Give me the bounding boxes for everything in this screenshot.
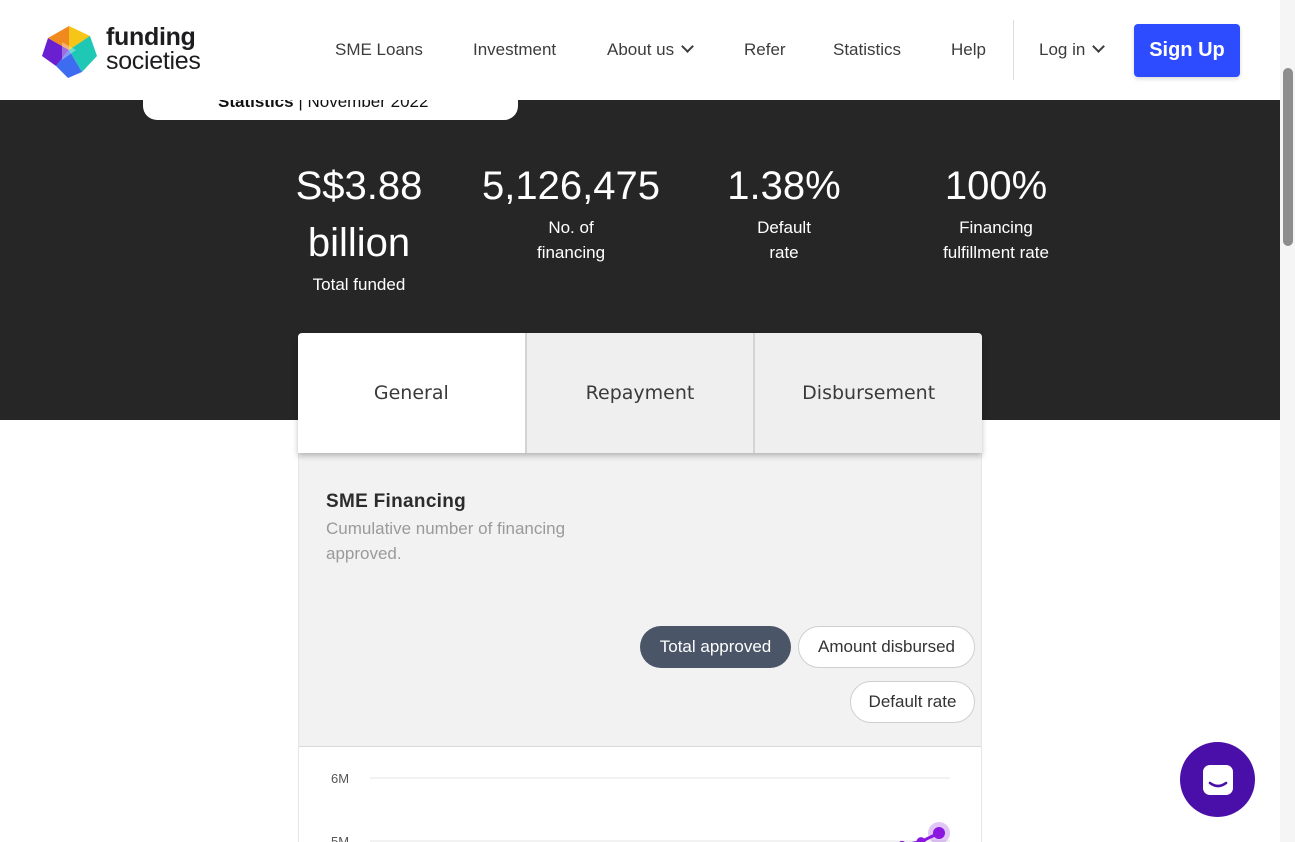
kpi-fulfillment-rate: 100% Financing fulfillment rate — [916, 158, 1076, 265]
line-chart: 6M 5M — [331, 771, 950, 842]
signup-button[interactable]: Sign Up — [1134, 24, 1240, 77]
site-header: funding societies SME Loans Investment A… — [0, 0, 1280, 100]
scrollbar-thumb[interactable] — [1283, 68, 1293, 246]
kpi-label: Total funded — [312, 275, 406, 294]
nav-help[interactable]: Help — [951, 39, 986, 61]
filter-amount-disbursed[interactable]: Amount disbursed — [798, 626, 975, 668]
kpi-label-line1: Default — [757, 218, 811, 237]
chat-icon — [1202, 764, 1233, 795]
nav-about-us-label: About us — [607, 40, 675, 59]
nav-investment[interactable]: Investment — [473, 39, 556, 61]
kpi-value: 100% — [944, 164, 1048, 208]
nav-statistics[interactable]: Statistics — [833, 39, 901, 61]
nav-divider — [1013, 20, 1014, 80]
kpi-value-line2: billion — [307, 221, 411, 265]
kpi-default-rate: 1.38% Default rate — [704, 158, 864, 265]
kpi-label-line2: financing — [536, 243, 606, 262]
nav-sme-loans[interactable]: SME Loans — [335, 39, 423, 61]
filter-total-approved[interactable]: Total approved — [640, 626, 791, 668]
chart-data-point[interactable] — [933, 827, 945, 840]
nav-login[interactable]: Log in — [1039, 39, 1106, 61]
sme-financing-card: SME Financing Cumulative number of finan… — [298, 453, 982, 842]
logo-text-line1: funding — [106, 23, 196, 51]
chart-area: 6M 5M — [299, 746, 981, 842]
nav-refer[interactable]: Refer — [744, 39, 786, 61]
kpi-total-funded: S$3.88 billion Total funded — [279, 158, 439, 297]
chart-y-tick-label: 5M — [331, 834, 349, 842]
logo-text-line2: societies — [106, 47, 201, 75]
kpi-label-line2: fulfillment rate — [943, 243, 1049, 262]
filter-default-rate[interactable]: Default rate — [850, 681, 975, 723]
kpi-value-line1: S$3.88 — [295, 164, 423, 208]
kpi-value: 5,126,475 — [482, 164, 660, 208]
logo[interactable]: funding societies — [40, 22, 220, 78]
kpi-label-line1: Financing — [959, 218, 1033, 237]
kpi-label-line1: No. of — [548, 218, 594, 237]
chevron-down-icon — [1092, 40, 1106, 53]
nav-login-label: Log in — [1039, 40, 1086, 59]
chart-y-tick-label: 6M — [331, 771, 349, 786]
chevron-down-icon — [681, 40, 694, 53]
kpi-number-financing: 5,126,475 No. of financing — [471, 158, 671, 265]
chat-launcher[interactable] — [1180, 742, 1255, 817]
card-title: SME Financing — [326, 491, 467, 512]
tab-general[interactable]: General — [298, 333, 525, 453]
stats-tabs: General Repayment Disbursement — [298, 333, 983, 453]
kpi-label-line2: rate — [769, 243, 799, 262]
kpi-value: 1.38% — [727, 164, 841, 208]
tab-repayment[interactable]: Repayment — [524, 333, 754, 453]
card-subtitle: Cumulative number of financing approved. — [326, 519, 566, 563]
logo-icon — [42, 26, 97, 78]
nav-about-us[interactable]: About us — [607, 39, 694, 61]
chart-data-point[interactable] — [916, 837, 926, 842]
tab-disbursement[interactable]: Disbursement — [753, 333, 983, 453]
